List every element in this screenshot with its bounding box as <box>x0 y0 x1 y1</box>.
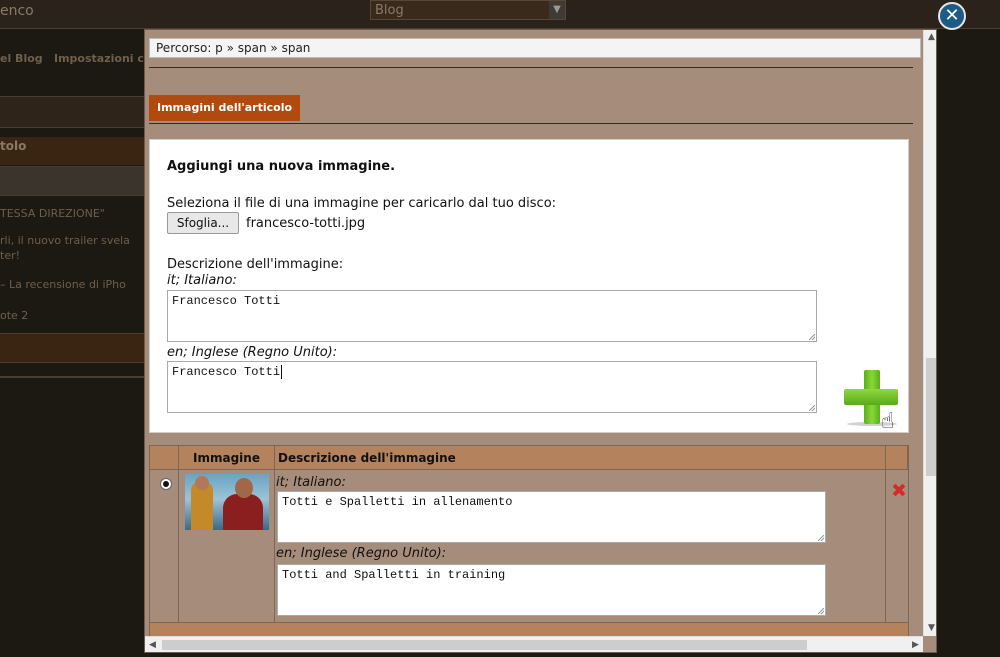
scroll-down-icon[interactable]: ▼ <box>924 621 936 636</box>
delete-icon[interactable] <box>892 483 906 497</box>
scroll-right-icon[interactable]: ▶ <box>908 637 923 652</box>
row-lang-label-it: it; Italiano: <box>276 475 346 490</box>
background-bar <box>0 333 150 363</box>
description-label: Descrizione dell'immagine: <box>167 257 344 272</box>
image-thumbnail[interactable] <box>185 474 269 530</box>
divider <box>149 67 913 68</box>
row-description-input-it[interactable]: Totti e Spalletti in allenamento <box>277 491 826 543</box>
scroll-left-icon[interactable]: ◀ <box>145 637 160 652</box>
row-description-en-value: Totti and Spalletti in training <box>282 568 506 582</box>
resize-grip-icon[interactable] <box>806 402 816 412</box>
scroll-up-icon[interactable]: ▲ <box>924 30 936 45</box>
hand-cursor-icon: ☝ <box>881 409 895 434</box>
description-input-it[interactable]: Francesco Totti <box>167 290 817 342</box>
images-table: Immagine Descrizione dell'immagine it; I… <box>149 445 909 647</box>
row-description-it-value: Totti e Spalletti in allenamento <box>282 495 513 509</box>
background-blog-select: Blog ▼ <box>370 0 566 20</box>
resize-grip-icon[interactable] <box>815 605 825 615</box>
horizontal-scroll-thumb[interactable] <box>162 640 807 650</box>
add-image-panel: Aggiungi una nuova immagine. Seleziona i… <box>149 139 909 434</box>
chevron-down-icon: ▼ <box>549 1 565 19</box>
resize-grip-icon[interactable] <box>815 532 825 542</box>
lang-label-en: en; Inglese (Regno Unito): <box>167 345 338 360</box>
description-input-en-value: Francesco Totti <box>172 365 281 379</box>
vertical-scroll-thumb[interactable] <box>926 358 936 476</box>
background-divider <box>0 376 150 378</box>
text-caret <box>281 365 283 379</box>
thumbnail-figure <box>223 494 263 530</box>
background-nav: el Blog Impostazioni c <box>0 48 150 70</box>
close-icon[interactable]: ✕ <box>938 2 966 30</box>
horizontal-scrollbar[interactable]: ◀ ▶ <box>145 636 923 652</box>
description-input-it-value: Francesco Totti <box>172 294 281 308</box>
background-row: ter! <box>0 249 21 262</box>
background-row: ote 2 <box>0 309 29 322</box>
tab-article-images[interactable]: Immagini dell'articolo <box>149 95 301 121</box>
background-row: TESSA DIREZIONE" <box>0 207 105 220</box>
table-header-description: Descrizione dell'immagine <box>275 446 886 470</box>
select-file-label: Seleziona il file di una immagine per ca… <box>167 196 557 211</box>
image-manager-dialog: Percorso: p » span » span Immagini dell'… <box>144 29 937 653</box>
background-header-title: enco <box>0 3 34 19</box>
primary-image-radio[interactable] <box>160 478 172 490</box>
browse-button[interactable]: Sfoglia... <box>167 212 239 234</box>
table-header-select <box>150 446 179 470</box>
table-column <box>150 470 179 644</box>
background-header: enco Blog ▼ <box>0 0 1000 29</box>
resize-grip-icon[interactable] <box>806 331 816 341</box>
background-select-value: Blog <box>375 3 404 18</box>
table-header-image: Immagine <box>179 446 275 470</box>
background-bar <box>0 96 150 128</box>
row-description-input-en[interactable]: Totti and Spalletti in training <box>277 564 826 616</box>
background-row: rli, il nuovo trailer svela <box>0 234 130 247</box>
vertical-scrollbar[interactable]: ▲ ▼ <box>923 30 936 636</box>
lang-label-it: it; Italiano: <box>167 273 237 288</box>
background-section-title: tolo <box>0 137 150 165</box>
row-lang-label-en: en; Inglese (Regno Unito): <box>276 546 447 561</box>
divider <box>149 123 913 124</box>
add-image-heading: Aggiungi una nuova immagine. <box>167 159 396 174</box>
background-nav-item: el Blog <box>0 52 43 65</box>
thumbnail-figure <box>235 478 253 498</box>
background-row: – La recensione di iPho <box>0 278 126 291</box>
background-nav-item: Impostazioni c <box>54 52 144 65</box>
table-header-actions <box>886 446 908 470</box>
background-bar <box>0 166 150 196</box>
plus-horizontal-bar <box>844 389 898 405</box>
selected-file-name: francesco-totti.jpg <box>246 216 366 231</box>
description-input-en[interactable]: Francesco Totti <box>167 361 817 413</box>
breadcrumb: Percorso: p » span » span <box>149 38 921 58</box>
thumbnail-figure <box>195 476 209 490</box>
